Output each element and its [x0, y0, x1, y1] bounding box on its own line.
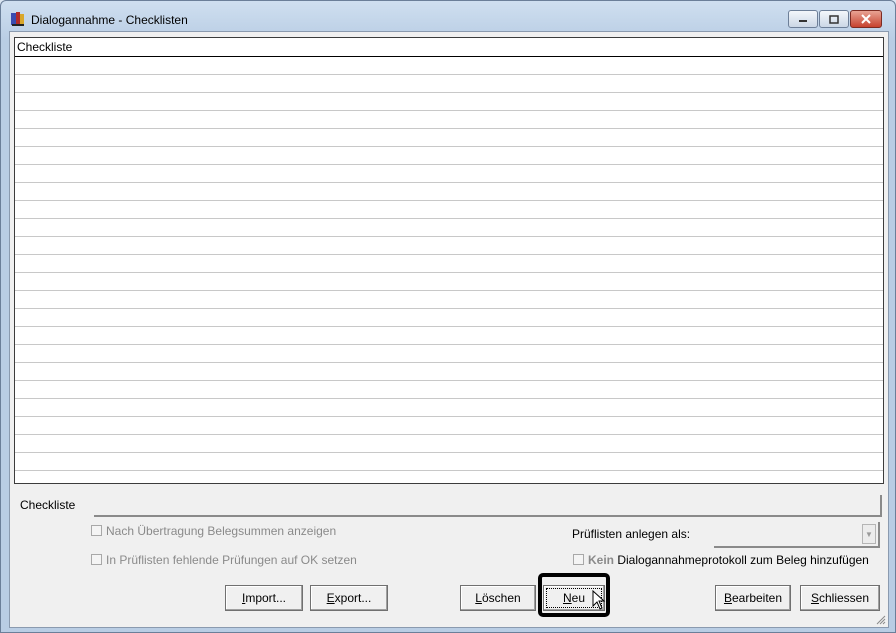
table-row[interactable]	[15, 363, 883, 381]
table-row[interactable]	[15, 291, 883, 309]
window-title: Dialogannahme - Checklisten	[31, 13, 188, 27]
table-row[interactable]	[15, 345, 883, 363]
minimize-icon	[799, 20, 807, 22]
bearbeiten-button[interactable]: Bearbeiten	[715, 585, 791, 611]
table-row[interactable]	[15, 237, 883, 255]
pruef-label: Prüflisten anlegen als:	[572, 527, 691, 541]
export-label: xport...	[334, 591, 372, 605]
table-row[interactable]	[15, 201, 883, 219]
export-button[interactable]: Export...	[310, 585, 388, 611]
table-row[interactable]	[15, 111, 883, 129]
import-label: mport...	[245, 591, 287, 605]
option-belegsummen-label: Nach Übertragung Belegsummen anzeigen	[106, 524, 337, 538]
export-mnemonic: E	[326, 591, 335, 605]
table-row[interactable]	[15, 417, 883, 435]
table-row[interactable]	[15, 435, 883, 453]
table-row[interactable]	[15, 75, 883, 93]
dialog-window: Dialogannahme - Checklisten Checkliste C…	[0, 0, 896, 633]
schliessen-label: chliessen	[818, 591, 870, 605]
kein-label-bold: Kein	[588, 553, 615, 567]
checklist-table[interactable]: Checkliste	[14, 37, 884, 484]
table-row[interactable]	[15, 165, 883, 183]
checkliste-field[interactable]	[94, 495, 882, 517]
table-row[interactable]	[15, 381, 883, 399]
close-button[interactable]	[850, 10, 882, 28]
title-bar[interactable]: Dialogannahme - Checklisten	[1, 1, 895, 35]
option-pruefungen-ok-checkbox[interactable]	[91, 554, 102, 565]
maximize-icon	[829, 14, 839, 24]
table-row[interactable]	[15, 273, 883, 291]
kein-label-text: Dialogannahmeprotokoll zum Beleg hinzufü…	[614, 553, 869, 567]
option-pruefungen-ok-label: In Prüflisten fehlende Prüfungen auf OK …	[106, 553, 357, 567]
kein-protokoll-checkbox[interactable]	[573, 554, 584, 565]
column-header-checkliste[interactable]: Checkliste	[15, 38, 883, 57]
table-row[interactable]	[15, 327, 883, 345]
checkliste-label: Checkliste	[20, 498, 76, 512]
resize-grip-icon[interactable]	[874, 613, 886, 625]
bearbeiten-label: earbeiten	[731, 591, 783, 605]
minimize-button[interactable]	[788, 10, 818, 28]
table-row[interactable]	[15, 219, 883, 237]
mouse-cursor-icon	[592, 590, 606, 610]
app-icon	[11, 12, 24, 26]
table-row[interactable]	[15, 309, 883, 327]
bearbeiten-mnemonic: B	[723, 591, 732, 605]
table-row[interactable]	[15, 183, 883, 201]
table-row[interactable]	[15, 129, 883, 147]
option-belegsummen-checkbox[interactable]	[91, 525, 102, 536]
dialog-client-area: Checkliste Checkliste Nach Übertragung B…	[9, 31, 889, 628]
table-row[interactable]	[15, 453, 883, 471]
table-row[interactable]	[15, 399, 883, 417]
maximize-button[interactable]	[819, 10, 849, 28]
table-row[interactable]	[15, 93, 883, 111]
schliessen-button[interactable]: Schliessen	[800, 585, 880, 611]
table-row[interactable]	[15, 147, 883, 165]
table-row[interactable]	[15, 255, 883, 273]
loeschen-label: öschen	[481, 591, 521, 605]
schliessen-mnemonic: S	[810, 591, 819, 605]
import-button[interactable]: Import...	[225, 585, 303, 611]
loeschen-mnemonic: L	[475, 591, 482, 605]
pruef-combobox[interactable]: ▼	[714, 522, 880, 548]
table-body	[15, 57, 883, 471]
table-row[interactable]	[15, 57, 883, 75]
loeschen-button[interactable]: Löschen	[460, 585, 536, 611]
combobox-dropdown-button[interactable]: ▼	[862, 524, 876, 544]
chevron-down-icon: ▼	[865, 529, 873, 539]
close-icon	[861, 14, 871, 24]
kein-protokoll-label: Kein Dialogannahmeprotokoll zum Beleg hi…	[588, 553, 869, 567]
